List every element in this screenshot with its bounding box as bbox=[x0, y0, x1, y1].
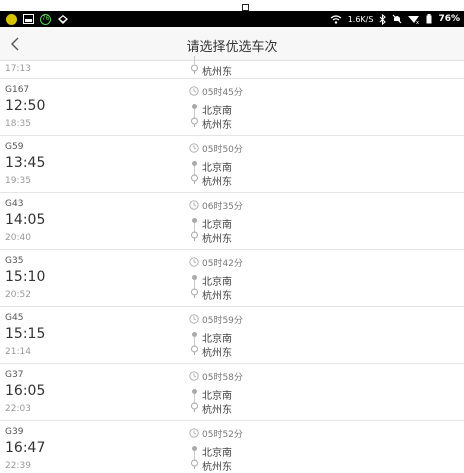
wifi-icon bbox=[330, 14, 342, 24]
location-pin-icon bbox=[191, 174, 198, 184]
arrival-time: 17:13 bbox=[5, 64, 31, 74]
train-list[interactable]: 17:13 杭州东 G167 12:50 18:35 05时45分 北京南 杭州… bbox=[0, 56, 464, 473]
arrival-station: 杭州东 bbox=[202, 67, 232, 78]
train-number: G39 bbox=[5, 427, 24, 437]
arrival-time: 18:35 bbox=[5, 119, 31, 129]
route-line bbox=[194, 56, 195, 64]
arrival-station: 杭州东 bbox=[202, 234, 232, 245]
train-number: G43 bbox=[5, 199, 24, 209]
arrival-station: 杭州东 bbox=[202, 405, 232, 416]
travel-duration: 05时59分 bbox=[202, 316, 243, 326]
location-pin-icon bbox=[191, 288, 198, 298]
net-speed: 1.6K/S bbox=[347, 14, 374, 24]
arrival-time: 20:52 bbox=[5, 290, 31, 300]
clock-icon bbox=[189, 257, 199, 267]
train-row[interactable]: G45 15:15 21:14 05时59分 北京南 杭州东 bbox=[0, 307, 464, 364]
arrival-time: 22:03 bbox=[5, 404, 31, 414]
departure-time: 15:10 bbox=[5, 269, 46, 285]
travel-duration: 05时42分 bbox=[202, 259, 243, 269]
mute-icon bbox=[392, 14, 402, 24]
train-number: G167 bbox=[5, 85, 30, 95]
train-row[interactable]: G59 13:45 19:35 05时50分 北京南 杭州东 bbox=[0, 136, 464, 193]
departure-time: 13:45 bbox=[5, 155, 46, 171]
train-number: G35 bbox=[5, 256, 24, 266]
travel-duration: 05时45分 bbox=[202, 88, 243, 98]
travel-duration: 05时50分 bbox=[202, 145, 243, 155]
departure-time: 14:05 bbox=[5, 212, 46, 228]
train-number: G37 bbox=[5, 370, 24, 380]
location-pin-icon bbox=[191, 64, 198, 74]
status-bar: 76 1.6K/S x 76% bbox=[0, 11, 464, 27]
battery-icon bbox=[426, 14, 432, 24]
arrival-time: 21:14 bbox=[5, 347, 31, 357]
departure-station: 北京南 bbox=[202, 106, 232, 117]
clock-icon bbox=[189, 200, 199, 210]
badge-notification-icon: 76 bbox=[40, 13, 51, 25]
train-row-partial[interactable]: 17:13 杭州东 bbox=[0, 56, 464, 79]
departure-station: 北京南 bbox=[202, 163, 232, 174]
app-notification-icon bbox=[6, 13, 17, 25]
location-pin-icon bbox=[191, 402, 198, 412]
train-row[interactable]: G167 12:50 18:35 05时45分 北京南 杭州东 bbox=[0, 79, 464, 136]
departure-time: 16:47 bbox=[5, 440, 46, 456]
arrival-time: 20:40 bbox=[5, 233, 31, 243]
clock-icon bbox=[189, 143, 199, 153]
train-row[interactable]: G43 14:05 20:40 06时35分 北京南 杭州东 bbox=[0, 193, 464, 250]
train-number: G45 bbox=[5, 313, 24, 323]
arrival-time: 22:39 bbox=[5, 461, 31, 471]
train-row[interactable]: G35 15:10 20:52 05时42分 北京南 杭州东 bbox=[0, 250, 464, 307]
status-right: 1.6K/S x 76% bbox=[330, 13, 460, 25]
train-row[interactable]: G37 16:05 22:03 05时58分 北京南 杭州东 bbox=[0, 364, 464, 421]
travel-duration: 05时52分 bbox=[202, 430, 243, 440]
clock-icon bbox=[189, 86, 199, 96]
status-left: 76 bbox=[6, 13, 69, 25]
top-marker bbox=[242, 4, 249, 11]
page-title: 请选择优选车次 bbox=[186, 40, 278, 55]
svg-text:x: x bbox=[416, 20, 419, 24]
page: 76 1.6K/S x 76% 请选择优选车次 17:13 杭州东 G167 1… bbox=[0, 0, 464, 473]
departure-station: 北京南 bbox=[202, 277, 232, 288]
arrival-station: 杭州东 bbox=[202, 291, 232, 302]
arrival-station: 杭州东 bbox=[202, 177, 232, 188]
clock-icon bbox=[189, 371, 199, 381]
travel-duration: 06时35分 bbox=[202, 202, 243, 212]
departure-station: 北京南 bbox=[202, 220, 232, 231]
arrival-station: 杭州东 bbox=[202, 120, 232, 131]
battery-level: 76% bbox=[438, 14, 460, 24]
bluetooth-icon bbox=[379, 13, 387, 25]
nav-bar: 请选择优选车次 bbox=[0, 27, 464, 61]
arrival-station: 杭州东 bbox=[202, 348, 232, 359]
train-number: G59 bbox=[5, 142, 24, 152]
departure-station: 北京南 bbox=[202, 334, 232, 345]
clock-icon bbox=[189, 428, 199, 438]
departure-time: 15:15 bbox=[5, 326, 46, 342]
location-pin-icon bbox=[191, 117, 198, 127]
departure-time: 12:50 bbox=[5, 98, 46, 114]
train-row[interactable]: G39 16:47 22:39 05时52分 北京南 杭州东 bbox=[0, 421, 464, 473]
signal-icon: x bbox=[408, 14, 420, 24]
puzzle-notification-icon bbox=[57, 14, 69, 25]
arrival-station: 杭州东 bbox=[202, 462, 232, 473]
arrival-time: 19:35 bbox=[5, 176, 31, 186]
location-pin-icon bbox=[191, 459, 198, 469]
location-pin-icon bbox=[191, 345, 198, 355]
location-pin-icon bbox=[191, 231, 198, 241]
departure-time: 16:05 bbox=[5, 383, 46, 399]
departure-station: 北京南 bbox=[202, 448, 232, 459]
image-notification-icon bbox=[23, 14, 34, 24]
clock-icon bbox=[189, 314, 199, 324]
departure-station: 北京南 bbox=[202, 391, 232, 402]
travel-duration: 05时58分 bbox=[202, 373, 243, 383]
